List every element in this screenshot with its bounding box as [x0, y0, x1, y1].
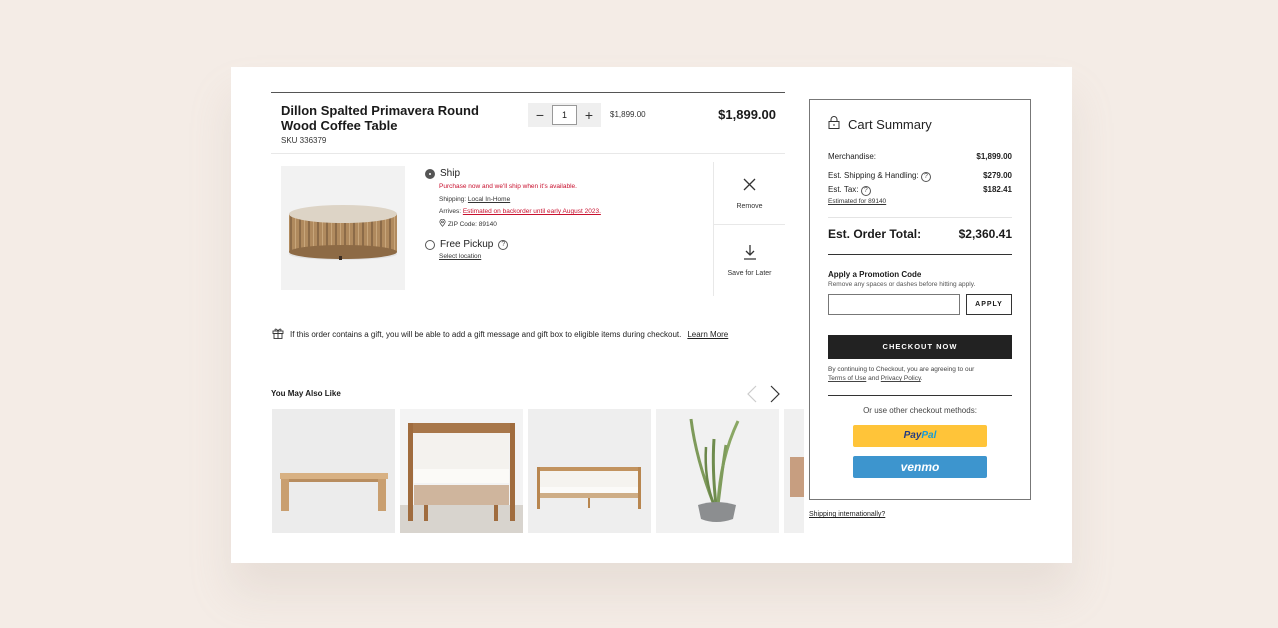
- paypal-logo: Pal: [921, 430, 937, 441]
- gift-notice: If this order contains a gift, you will …: [272, 327, 728, 341]
- merchandise-value: $1,899.00: [976, 152, 1012, 161]
- cart-summary-title: Cart Summary: [848, 116, 932, 132]
- zip-code: ZIP Code: 89140: [447, 220, 497, 228]
- remove-button[interactable]: Remove: [714, 162, 785, 224]
- checkout-legal: By continuing to Checkout, you are agree…: [828, 366, 975, 382]
- venmo-logo: venmo: [900, 460, 940, 474]
- cart-item-header: Dillon Spalted Primavera Round Wood Coff…: [271, 93, 785, 154]
- pickup-radio[interactable]: [425, 239, 435, 250]
- help-icon[interactable]: ?: [920, 172, 931, 182]
- product-tile-cane-sofa[interactable]: [528, 409, 651, 533]
- promo-code-input[interactable]: [828, 294, 960, 315]
- carousel-prev-button[interactable]: [746, 385, 758, 406]
- product-title[interactable]: Dillon Spalted Primavera Round Wood Coff…: [281, 103, 511, 133]
- shipping-row: Est. Shipping & Handling: ? $279.00: [828, 171, 1012, 182]
- cart-items-section: Dillon Spalted Primavera Round Wood Coff…: [271, 92, 785, 299]
- quantity-stepper: − 1 +: [528, 103, 601, 127]
- gift-notice-text: If this order contains a gift, you will …: [290, 329, 682, 339]
- shipping-value: $279.00: [983, 171, 1012, 180]
- gift-icon: [272, 327, 284, 341]
- fulfillment-options: Ship Purchase now and we'll ship when it…: [425, 168, 705, 264]
- arrives-label: Arrives:: [439, 208, 462, 215]
- pickup-option[interactable]: Free Pickup ?: [425, 239, 705, 250]
- paypal-button[interactable]: PayPal: [853, 425, 987, 447]
- promo-title: Apply a Promotion Code: [828, 270, 922, 279]
- shipping-method-link[interactable]: Local In-Home: [468, 196, 510, 203]
- line-total: $1,899.00: [718, 107, 776, 122]
- terms-of-use-link[interactable]: Terms of Use: [828, 375, 866, 382]
- product-sku: SKU 336379: [281, 136, 327, 145]
- cart-page-card: Dillon Spalted Primavera Round Wood Coff…: [231, 67, 1072, 563]
- ship-option[interactable]: Ship: [425, 168, 705, 179]
- ship-label: Ship: [440, 168, 461, 179]
- privacy-policy-link[interactable]: Privacy Policy: [881, 375, 921, 382]
- tax-estimate-link[interactable]: Estimated for 89140: [828, 198, 1012, 205]
- learn-more-link[interactable]: Learn More: [687, 330, 728, 339]
- summary-divider: [828, 254, 1012, 255]
- order-total-label: Est. Order Total:: [828, 227, 922, 241]
- promo-form: APPLY: [828, 294, 1012, 315]
- decrease-quantity-button[interactable]: −: [528, 103, 552, 127]
- save-for-later-label: Save for Later: [727, 270, 772, 277]
- ship-radio[interactable]: [425, 168, 435, 179]
- tax-label: Est. Tax:: [828, 185, 859, 194]
- cart-summary-panel: Cart Summary Merchandise: $1,899.00 Est.…: [809, 99, 1031, 500]
- product-tile-cane-lounge-chair[interactable]: [400, 409, 523, 533]
- remove-label: Remove: [736, 202, 763, 210]
- shipping-method: Shipping: Local In-Home: [439, 194, 705, 207]
- carousel-next-button[interactable]: [769, 385, 781, 406]
- chevron-right-icon: [770, 385, 780, 403]
- location-pin-icon: [439, 218, 448, 228]
- chevron-left-icon: [747, 385, 757, 403]
- shipping-method-label: Shipping:: [439, 195, 467, 203]
- pickup-label: Free Pickup: [440, 239, 494, 250]
- summary-divider: [828, 395, 1012, 396]
- promo-hint: Remove any spaces or dashes before hitti…: [828, 281, 976, 288]
- apply-promo-button[interactable]: APPLY: [966, 294, 1012, 315]
- save-for-later-button[interactable]: Save for Later: [714, 224, 785, 296]
- recommendations-title: You May Also Like: [271, 389, 341, 398]
- arrival-estimate-link[interactable]: Estimated on backorder until early Augus…: [463, 208, 601, 215]
- product-tile-potted-aloe-plant[interactable]: [656, 409, 779, 533]
- legal-and: and: [868, 375, 879, 382]
- order-total-row: Est. Order Total: $2,360.41: [828, 227, 1012, 241]
- download-icon: [743, 244, 757, 264]
- product-tile-leather-chair[interactable]: [784, 409, 804, 533]
- order-total-value: $2,360.41: [958, 227, 1012, 241]
- checkout-now-button[interactable]: CHECKOUT NOW: [828, 335, 1012, 359]
- close-icon: [743, 177, 756, 197]
- help-icon[interactable]: ?: [498, 239, 509, 250]
- backorder-notice: Purchase now and we'll ship when it's av…: [439, 183, 577, 190]
- recommendations-carousel: [272, 409, 804, 533]
- product-tile-wood-bench[interactable]: [272, 409, 395, 533]
- arrival-estimate: Arrives: Estimated on backorder until ea…: [439, 206, 705, 219]
- zip-code-row[interactable]: ZIP Code: 89140: [439, 218, 705, 232]
- tax-row: Est. Tax: ? $182.41: [828, 185, 1012, 196]
- shipping-internationally-link[interactable]: Shipping internationally?: [809, 511, 885, 518]
- coffee-table-image[interactable]: [281, 166, 405, 290]
- cart-summary-header: Cart Summary: [828, 116, 1012, 132]
- item-actions: Remove Save for Later: [713, 162, 785, 296]
- tax-value: $182.41: [983, 185, 1012, 194]
- select-location-link[interactable]: Select location: [439, 253, 481, 260]
- merchandise-label: Merchandise:: [828, 152, 877, 161]
- lock-icon: [828, 116, 840, 132]
- paypal-logo: Pay: [903, 430, 922, 441]
- other-methods-label: Or use other checkout methods:: [863, 406, 977, 415]
- help-icon[interactable]: ?: [860, 186, 871, 196]
- increase-quantity-button[interactable]: +: [577, 103, 601, 127]
- merchandise-row: Merchandise: $1,899.00: [828, 152, 1012, 161]
- shipping-label: Est. Shipping & Handling:: [828, 171, 919, 180]
- venmo-button[interactable]: venmo: [853, 456, 987, 478]
- unit-price: $1,899.00: [610, 110, 646, 119]
- cart-item-body: Ship Purchase now and we'll ship when it…: [271, 154, 785, 299]
- summary-divider: [828, 217, 1012, 218]
- quantity-input[interactable]: 1: [552, 105, 577, 125]
- legal-text: By continuing to Checkout, you are agree…: [828, 366, 975, 373]
